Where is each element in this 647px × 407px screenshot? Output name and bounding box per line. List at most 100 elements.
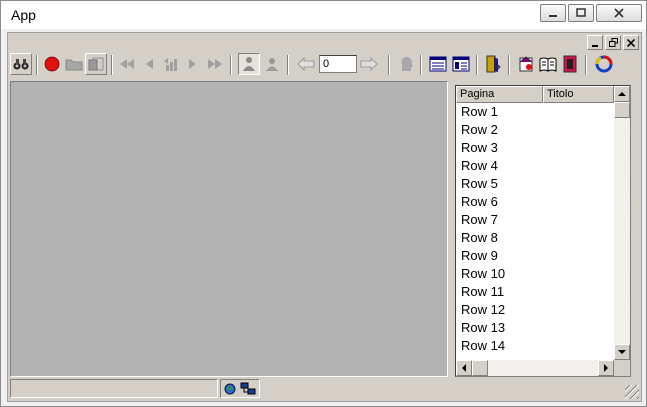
scroll-thumb[interactable]: [472, 360, 488, 376]
minimize-icon: [549, 15, 557, 17]
close-button[interactable]: [596, 4, 642, 22]
detail-view-icon: [452, 56, 470, 72]
person-icon: [243, 57, 255, 71]
app-window: App 0 Pagina Titolo Row 1 Row 2 Row 3 Ro…: [0, 0, 647, 407]
list-item[interactable]: Row 3: [456, 139, 614, 157]
refresh-icon: [595, 55, 613, 73]
list-item[interactable]: Row 2: [456, 121, 614, 139]
next-icon: [189, 59, 196, 69]
folder-icon: [65, 59, 83, 71]
list-item[interactable]: Row 14: [456, 337, 614, 355]
globe-icon: [224, 383, 236, 395]
title-bar[interactable]: App: [1, 1, 646, 29]
scroll-corner: [614, 360, 630, 376]
detail-view-button[interactable]: [450, 53, 472, 75]
status-text: [10, 379, 218, 398]
list-item[interactable]: Row 11: [456, 283, 614, 301]
list-item[interactable]: Row 13: [456, 319, 614, 337]
list-item[interactable]: Row 1: [456, 103, 614, 121]
forward-arrow-icon: [360, 57, 378, 71]
page-list: Pagina Titolo Row 1 Row 2 Row 3 Row 4 Ro…: [455, 85, 631, 377]
list-item[interactable]: Row 6: [456, 193, 614, 211]
jump-button[interactable]: [160, 53, 182, 75]
exit-icon: [486, 55, 501, 73]
jump-icon: [164, 58, 177, 71]
book-button[interactable]: [537, 53, 559, 75]
binder-button[interactable]: [559, 53, 581, 75]
column-header-titolo[interactable]: Titolo: [543, 86, 614, 103]
previous-button[interactable]: [138, 53, 160, 75]
minimize-button[interactable]: [540, 4, 566, 22]
exit-button[interactable]: [482, 53, 504, 75]
head-icon: [401, 57, 413, 71]
arrow-up-icon: [618, 92, 626, 96]
document-window: 0 Pagina Titolo Row 1 Row 2 Row 3 Row 4 …: [7, 32, 642, 402]
previous-icon: [146, 59, 153, 69]
book-icon: [539, 57, 557, 72]
document-button[interactable]: [85, 53, 107, 75]
arrow-left-icon: [462, 364, 466, 372]
document-canvas[interactable]: [10, 81, 448, 377]
toolbar-separator: [420, 55, 422, 75]
panel-splitter[interactable]: [450, 81, 454, 377]
arrow-right-icon: [604, 364, 608, 372]
refresh-button[interactable]: [593, 53, 615, 75]
binder-icon: [563, 55, 577, 73]
column-header-pagina[interactable]: Pagina: [456, 86, 543, 103]
toolbar-separator: [585, 55, 587, 75]
child-minimize-button[interactable]: [587, 35, 603, 50]
list-item[interactable]: Row 5: [456, 175, 614, 193]
binoculars-icon: [13, 59, 29, 70]
person-button[interactable]: [238, 53, 260, 75]
child-restore-button[interactable]: [605, 35, 621, 50]
record-button[interactable]: [41, 53, 63, 75]
child-close-button[interactable]: [623, 35, 639, 50]
toolbar-separator: [36, 55, 38, 75]
toolbar: 0: [10, 53, 639, 79]
first-button[interactable]: [116, 53, 138, 75]
close-icon: [627, 38, 635, 47]
bookmark-button[interactable]: [515, 53, 537, 75]
list-item[interactable]: Row 7: [456, 211, 614, 229]
list-item[interactable]: Row 10: [456, 265, 614, 283]
list-view-icon: [429, 56, 447, 72]
back-button[interactable]: [295, 53, 317, 75]
toolbar-separator: [476, 55, 478, 75]
page-number-input[interactable]: 0: [319, 55, 357, 73]
toolbar-separator: [508, 55, 510, 75]
next-button[interactable]: [182, 53, 204, 75]
list-header: Pagina Titolo: [456, 86, 614, 103]
scroll-right-button[interactable]: [598, 360, 614, 376]
list-item[interactable]: Row 4: [456, 157, 614, 175]
document-icon: [88, 57, 104, 71]
status-bar: [10, 379, 639, 399]
folder-button[interactable]: [63, 53, 85, 75]
maximize-button[interactable]: [568, 4, 594, 22]
list-item[interactable]: Row 8: [456, 229, 614, 247]
last-button[interactable]: [204, 53, 226, 75]
close-icon: [614, 8, 624, 18]
scroll-up-button[interactable]: [614, 86, 630, 102]
window-controls: [540, 4, 642, 22]
back-arrow-icon: [297, 57, 315, 71]
maximize-icon: [576, 8, 586, 17]
person-alt-button[interactable]: [261, 53, 283, 75]
person-alt-icon: [266, 58, 278, 71]
vertical-scrollbar[interactable]: [614, 86, 630, 360]
list-view-button[interactable]: [427, 53, 449, 75]
speak-button[interactable]: [395, 53, 417, 75]
resize-grip[interactable]: [625, 385, 639, 399]
first-icon: [120, 59, 134, 69]
scroll-down-button[interactable]: [614, 344, 630, 360]
scroll-thumb[interactable]: [614, 102, 630, 118]
scroll-left-button[interactable]: [456, 360, 472, 376]
network-icon: [240, 382, 256, 395]
search-button[interactable]: [10, 53, 32, 75]
window-title: App: [11, 7, 36, 23]
child-window-controls: [587, 35, 639, 50]
list-item[interactable]: Row 9: [456, 247, 614, 265]
horizontal-scrollbar[interactable]: [456, 360, 614, 376]
forward-button[interactable]: [358, 53, 380, 75]
toolbar-separator: [111, 55, 113, 75]
list-item[interactable]: Row 12: [456, 301, 614, 319]
